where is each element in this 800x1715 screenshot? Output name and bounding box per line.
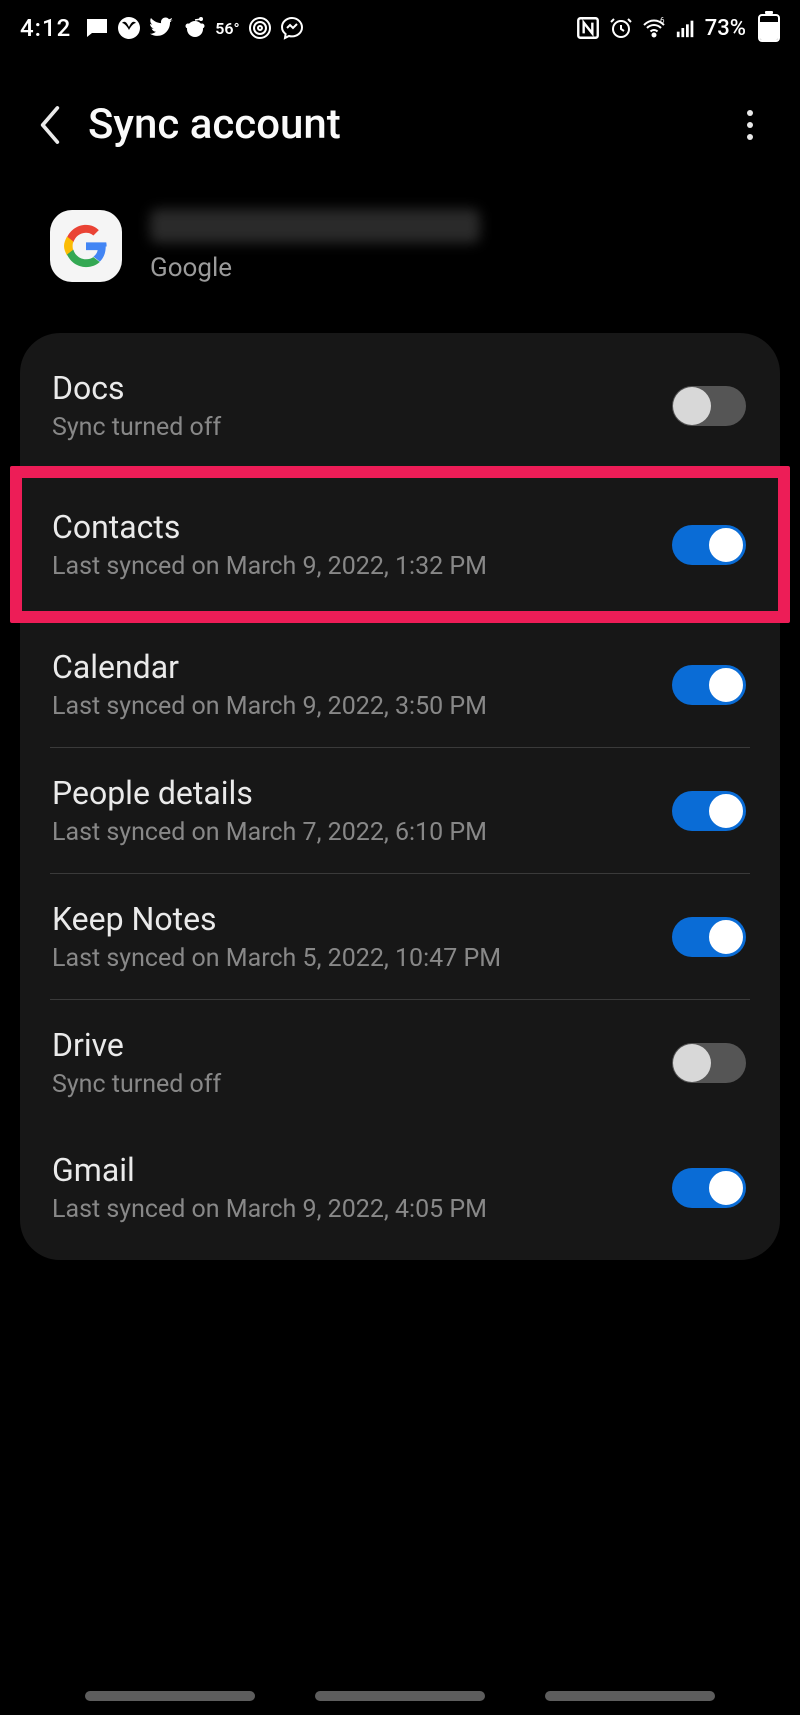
sync-toggle[interactable] — [672, 665, 746, 705]
messenger-icon — [280, 16, 304, 40]
battery-percent: 73% — [705, 16, 746, 41]
sync-item-title: Contacts — [52, 508, 672, 546]
sync-item-title: Docs — [52, 369, 672, 407]
wifi-icon: 6 — [641, 16, 667, 40]
messages-icon — [85, 16, 109, 40]
sync-item-subtitle: Sync turned off — [52, 1070, 672, 1099]
sync-toggle[interactable] — [672, 917, 746, 957]
sync-item-subtitle: Last synced on March 5, 2022, 10:47 PM — [52, 944, 672, 973]
nfc-icon — [575, 15, 601, 41]
sync-toggle[interactable] — [672, 791, 746, 831]
sync-item-subtitle: Last synced on March 9, 2022, 1:32 PM — [52, 552, 672, 581]
google-icon — [50, 210, 122, 282]
battery-icon — [758, 14, 780, 42]
account-row[interactable]: Google — [0, 189, 800, 333]
nav-recents[interactable] — [85, 1691, 255, 1701]
nav-home[interactable] — [315, 1691, 485, 1701]
sync-item-calendar[interactable]: Calendar Last synced on March 9, 2022, 3:… — [20, 622, 780, 747]
weather-temp: 56° — [215, 19, 239, 38]
sync-item-title: Gmail — [52, 1151, 672, 1189]
signal-icon — [675, 17, 697, 39]
more-options-button[interactable] — [730, 105, 770, 145]
sync-item-subtitle: Last synced on March 7, 2022, 6:10 PM — [52, 818, 672, 847]
alarm-icon — [609, 16, 633, 40]
sync-item-gmail[interactable]: Gmail Last synced on March 9, 2022, 4:05 … — [20, 1125, 780, 1250]
sync-item-title: Keep Notes — [52, 900, 672, 938]
sync-item-title: Drive — [52, 1026, 672, 1064]
nav-back[interactable] — [545, 1691, 715, 1701]
sync-toggle[interactable] — [672, 386, 746, 426]
account-type-label: Google — [150, 253, 480, 283]
gesture-nav-bar — [0, 1691, 800, 1701]
sync-item-people-details[interactable]: People details Last synced on March 7, 20… — [20, 748, 780, 873]
sync-toggle[interactable] — [672, 1043, 746, 1083]
sync-item-title: People details — [52, 774, 672, 812]
spiral-icon — [248, 16, 272, 40]
sync-item-drive[interactable]: Drive Sync turned off — [20, 1000, 780, 1125]
status-clock: 4:12 — [20, 14, 71, 42]
account-email-redacted — [150, 209, 480, 243]
sync-item-subtitle: Last synced on March 9, 2022, 3:50 PM — [52, 692, 672, 721]
back-button[interactable] — [30, 105, 70, 145]
reddit-icon — [183, 16, 207, 40]
sync-list: Docs Sync turned off Contacts Last synced o… — [20, 333, 780, 1260]
sync-toggle[interactable] — [672, 525, 746, 565]
sync-toggle[interactable] — [672, 1168, 746, 1208]
sync-item-docs[interactable]: Docs Sync turned off — [20, 343, 780, 468]
page-title: Sync account — [88, 100, 730, 149]
twitter-icon — [149, 16, 175, 40]
status-bar: 4:12 56° — [0, 0, 800, 50]
xbox-icon — [117, 16, 141, 40]
sync-item-keep-notes[interactable]: Keep Notes Last synced on March 5, 2022, … — [20, 874, 780, 999]
sync-item-subtitle: Sync turned off — [52, 413, 672, 442]
svg-text:6: 6 — [660, 16, 665, 25]
sync-item-contacts[interactable]: Contacts Last synced on March 9, 2022, 1:… — [20, 468, 780, 621]
sync-item-title: Calendar — [52, 648, 672, 686]
sync-item-subtitle: Last synced on March 9, 2022, 4:05 PM — [52, 1195, 672, 1224]
header: Sync account — [0, 50, 800, 189]
